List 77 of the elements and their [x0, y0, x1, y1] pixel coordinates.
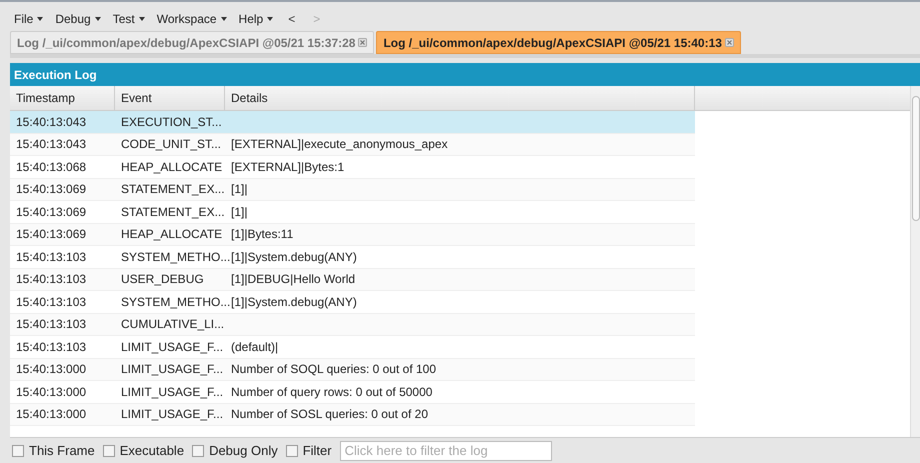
menu-item[interactable]: Workspace: [156, 10, 227, 28]
panel-title: Execution Log: [10, 63, 920, 86]
table-cell-text: CODE_UNIT_ST...: [121, 136, 222, 154]
log-row[interactable]: 15:40:13:069 HEAP_ALLOCATE [1]|Bytes:11: [10, 224, 695, 246]
caret-icon: [267, 17, 274, 21]
checkbox[interactable]: [12, 444, 24, 456]
table-cell-text: CUMULATIVE_LI...: [121, 316, 224, 334]
table-cell-text: SYSTEM_METHO...: [121, 294, 230, 311]
checkbox[interactable]: [102, 444, 115, 456]
log-row[interactable]: 15:40:13:043 EXECUTION_ST...: [10, 111, 695, 134]
checkbox[interactable]: [286, 444, 298, 456]
log-row[interactable]: 15:40:13:000 LIMIT_USAGE_F... Number of SOSL queries: 0 out of 20: [10, 404, 695, 426]
table-cell-text: SYSTEM_METHO...: [121, 248, 230, 266]
caret-icon: [37, 17, 44, 21]
table-cell-text: 15:40:13:000: [16, 361, 86, 378]
table-cell-text: Number of query rows: 0 out of 50000: [231, 384, 432, 401]
table-cell-text: 15:40:13:103: [16, 316, 86, 334]
table-cell-text: 15:40:13:043: [16, 136, 86, 154]
table-cell-text: 15:40:13:103: [16, 271, 86, 288]
log-row[interactable]: 15:40:13:103 CUMULATIVE_LI...: [10, 314, 695, 336]
menu-item[interactable]: Debug: [55, 10, 101, 28]
filter-field[interactable]: Click here to filter the log: [340, 440, 552, 460]
checkbox-label: Executable: [120, 442, 184, 460]
table-cell-text: [1]|: [231, 181, 248, 198]
table-cell-text: [1]|DEBUG|Hello World: [231, 271, 356, 288]
checkbox-label: This Frame: [29, 442, 95, 460]
table-cell-text: 15:40:13:069: [16, 226, 86, 244]
caret-icon: [94, 17, 101, 21]
table-cell-text: HEAP_ALLOCATE: [121, 158, 222, 176]
table-cell-text: STATEMENT_EX...: [121, 181, 225, 198]
table-cell-text: USER_DEBUG: [121, 271, 204, 288]
table-cell-text: 15:40:13:069: [16, 181, 86, 198]
table-cell-text: [1]|System.debug(ANY): [231, 248, 357, 266]
tab[interactable]: Log /_ui/common/apex/debug/ApexCSIAPI @05/21 15:40:13: [376, 31, 741, 54]
table-cell-text: LIMIT_USAGE_F...: [121, 361, 224, 378]
back-button[interactable]: <: [285, 10, 298, 28]
log-row[interactable]: 15:40:13:043 CODE_UNIT_ST... [EXTERNAL]|execute_anonymous_apex: [10, 134, 695, 156]
menu-item[interactable]: File: [14, 10, 44, 28]
column-header[interactable]: Timestamp: [10, 86, 115, 110]
table-cell-text: [1]|Bytes:11: [231, 226, 294, 244]
table-cell-text: (default)|: [231, 338, 278, 356]
table-cell-text: HEAP_ALLOCATE: [121, 226, 222, 244]
table-cell-text: 15:40:13:069: [16, 204, 86, 221]
table-cell-text: 15:40:13:103: [16, 248, 86, 266]
table-cell-text: 15:40:13:000: [16, 406, 86, 424]
tab[interactable]: Log /_ui/common/apex/debug/ApexCSIAPI @05/21 15:37:28: [10, 31, 374, 54]
table-cell-text: [1]|: [231, 204, 248, 221]
close-icon[interactable]: [358, 38, 368, 47]
table-cell-text: 15:40:13:000: [16, 384, 86, 401]
table-cell-text: Number of SOQL queries: 0 out of 100: [231, 361, 436, 378]
menu-item[interactable]: Help: [238, 10, 274, 28]
table-cell-text: 15:40:13:043: [16, 114, 86, 131]
table-cell-text: 15:40:13:103: [16, 338, 86, 356]
caret-icon: [220, 17, 227, 21]
column-header[interactable]: Details: [225, 86, 695, 110]
scrollbar[interactable]: [910, 86, 920, 437]
table-cell-text: STATEMENT_EX...: [121, 204, 225, 221]
table-cell-text: [EXTERNAL]|execute_anonymous_apex: [231, 136, 448, 154]
checkbox-label: Debug Only: [209, 442, 278, 460]
close-icon[interactable]: [724, 38, 734, 47]
log-row[interactable]: 15:40:13:103 USER_DEBUG [1]|DEBUG|Hello World: [10, 268, 695, 291]
table-cell-text: LIMIT_USAGE_F...: [121, 384, 224, 401]
table-cell-text: [1]|System.debug(ANY): [231, 294, 357, 311]
table-cell-text: Number of SOSL queries: 0 out of 20: [231, 406, 428, 424]
log-row[interactable]: 15:40:13:069 STATEMENT_EX... [1]|: [10, 178, 695, 201]
checkbox[interactable]: [192, 444, 204, 456]
table-cell-text: [EXTERNAL]|Bytes:1: [231, 158, 344, 176]
checkbox-label: Filter: [302, 442, 332, 460]
table-cell-text: 15:40:13:068: [16, 158, 86, 176]
log-row[interactable]: 15:40:13:000 LIMIT_USAGE_F... Number of SOQL queries: 0 out of 100: [10, 358, 695, 381]
menu-item[interactable]: Test: [112, 10, 145, 28]
column-header[interactable]: Event: [115, 86, 225, 110]
table-cell-text: 15:40:13:103: [16, 294, 86, 311]
table-cell-text: LIMIT_USAGE_F...: [121, 338, 224, 356]
caret-icon: [138, 17, 145, 21]
table-cell-text: EXECUTION_ST...: [121, 114, 222, 131]
table-cell-text: LIMIT_USAGE_F...: [121, 406, 224, 424]
